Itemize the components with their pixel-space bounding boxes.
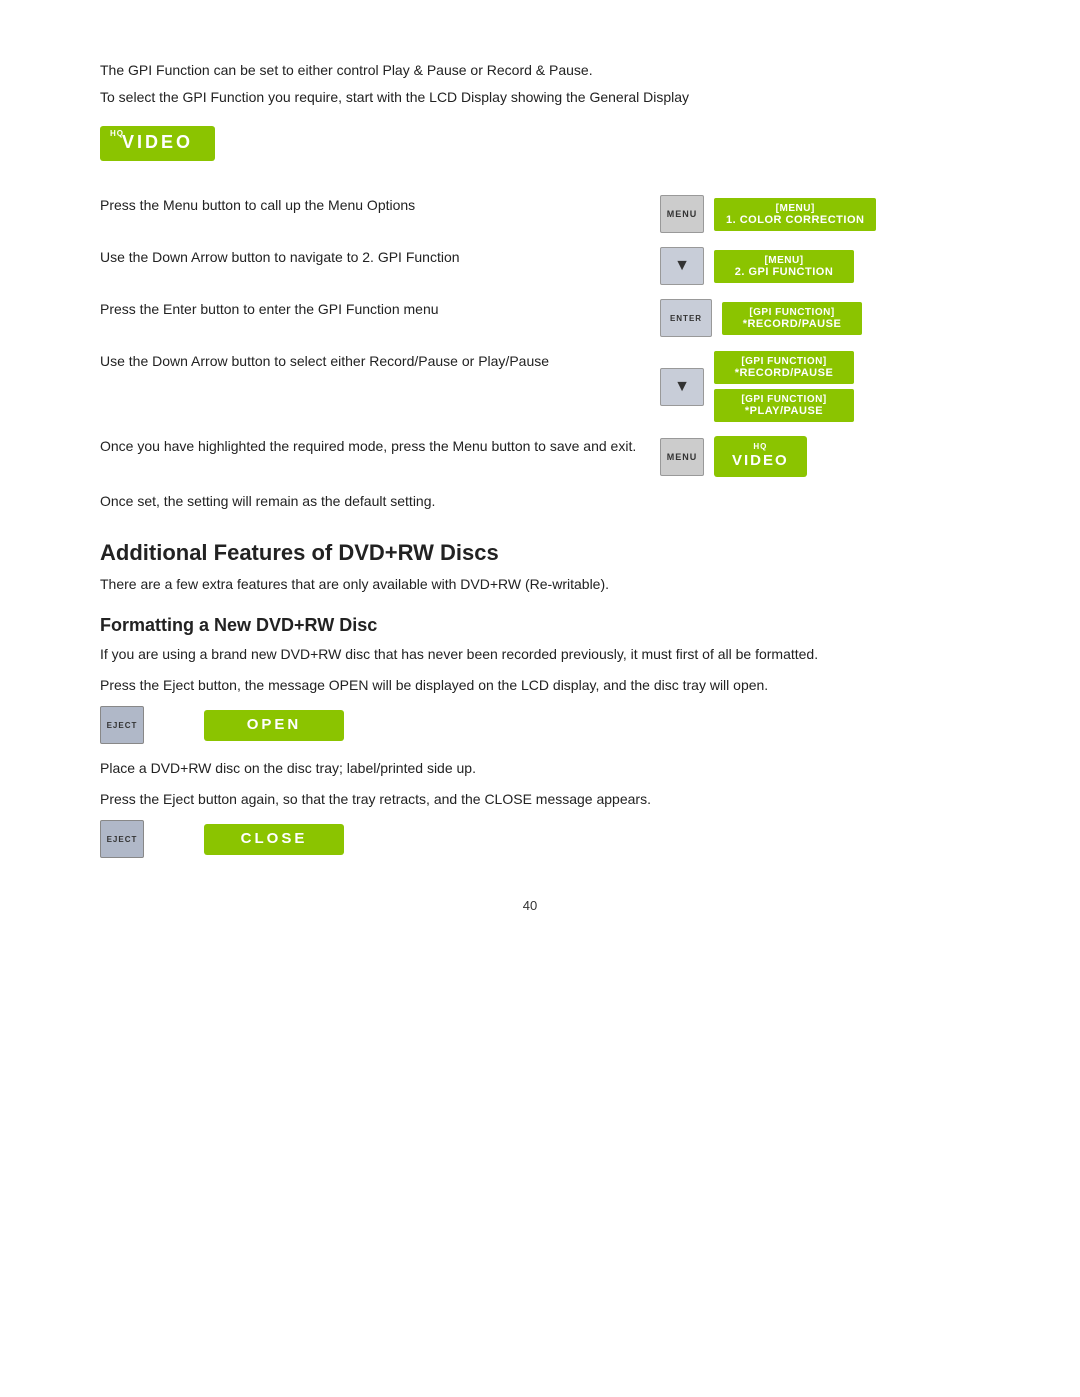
formatting-para1: If you are using a brand new DVD+RW disc… [100,644,960,665]
instruction-menu-save: Once you have highlighted the required m… [100,436,960,477]
instruction-enter-gpi-images: ENTER [GPI FUNCTION] *RECORD/PAUSE [640,299,960,337]
instruction-select-mode: Use the Down Arrow button to select eith… [100,351,960,422]
formatting-para3: Place a DVD+RW disc on the disc tray; la… [100,758,960,779]
instruction-menu-save-images: MENU HQ VIDEO [640,436,960,477]
enter-gpi-lcd: [GPI FUNCTION] *RECORD/PAUSE [722,302,862,335]
instruction-down-gpi: Use the Down Arrow button to navigate to… [100,247,960,285]
menu-lcd: [MENU] 1. COLOR CORRECTION [714,198,876,231]
additional-features-heading: Additional Features of DVD+RW Discs [100,540,960,566]
formatting-para4: Press the Eject button again, so that th… [100,789,960,810]
instruction-menu: Press the Menu button to call up the Men… [100,195,960,233]
gpi-options: [GPI FUNCTION] *RECORD/PAUSE [GPI FUNCTI… [714,351,854,422]
instruction-select-mode-images: ▼ [GPI FUNCTION] *RECORD/PAUSE [GPI FUNC… [640,351,960,422]
close-lcd: CLOSE [204,824,344,855]
formatting-para2: Press the Eject button, the message OPEN… [100,675,960,696]
intro-line1: The GPI Function can be set to either co… [100,60,960,81]
instruction-menu-images: MENU [MENU] 1. COLOR CORRECTION [640,195,960,233]
instruction-down-gpi-images: ▼ [MENU] 2. GPI FUNCTION [640,247,960,285]
instruction-down-gpi-text: Use the Down Arrow button to navigate to… [100,247,640,278]
open-lcd: OPEN [204,710,344,741]
eject-close-button-icon: EJECT [100,820,144,858]
down-arrow-icon: ▼ [660,247,704,285]
page-number: 40 [100,898,960,913]
down-arrow-select-icon: ▼ [660,368,704,406]
eject-button-icon: EJECT [100,706,144,744]
instruction-menu-text: Press the Menu button to call up the Men… [100,195,640,226]
eject-close-row: EJECT CLOSE [100,820,960,858]
additional-features-text: There are a few extra features that are … [100,574,960,595]
instruction-enter-gpi: Press the Enter button to enter the GPI … [100,299,960,337]
instruction-enter-gpi-text: Press the Enter button to enter the GPI … [100,299,640,330]
eject-open-row: EJECT OPEN [100,706,960,744]
menu-button-icon: MENU [660,195,704,233]
enter-button-icon: ENTER [660,299,712,337]
gpi-record-lcd: [GPI FUNCTION] *RECORD/PAUSE [714,351,854,384]
page-content: The GPI Function can be set to either co… [100,60,960,913]
menu-save-lcd: HQ VIDEO [714,436,807,477]
once-set-text: Once set, the setting will remain as the… [100,491,960,512]
gpi-play-lcd: [GPI FUNCTION] *PLAY/PAUSE [714,389,854,422]
down-gpi-lcd: [MENU] 2. GPI FUNCTION [714,250,854,283]
formatting-heading: Formatting a New DVD+RW Disc [100,615,960,636]
intro-line2: To select the GPI Function you require, … [100,87,960,108]
instruction-select-mode-text: Use the Down Arrow button to select eith… [100,351,640,382]
menu-save-button-icon: MENU [660,438,704,476]
hq-label: HQ [110,129,124,138]
instruction-menu-save-text: Once you have highlighted the required m… [100,436,640,467]
video-badge: HQ VIDEO [100,126,215,161]
